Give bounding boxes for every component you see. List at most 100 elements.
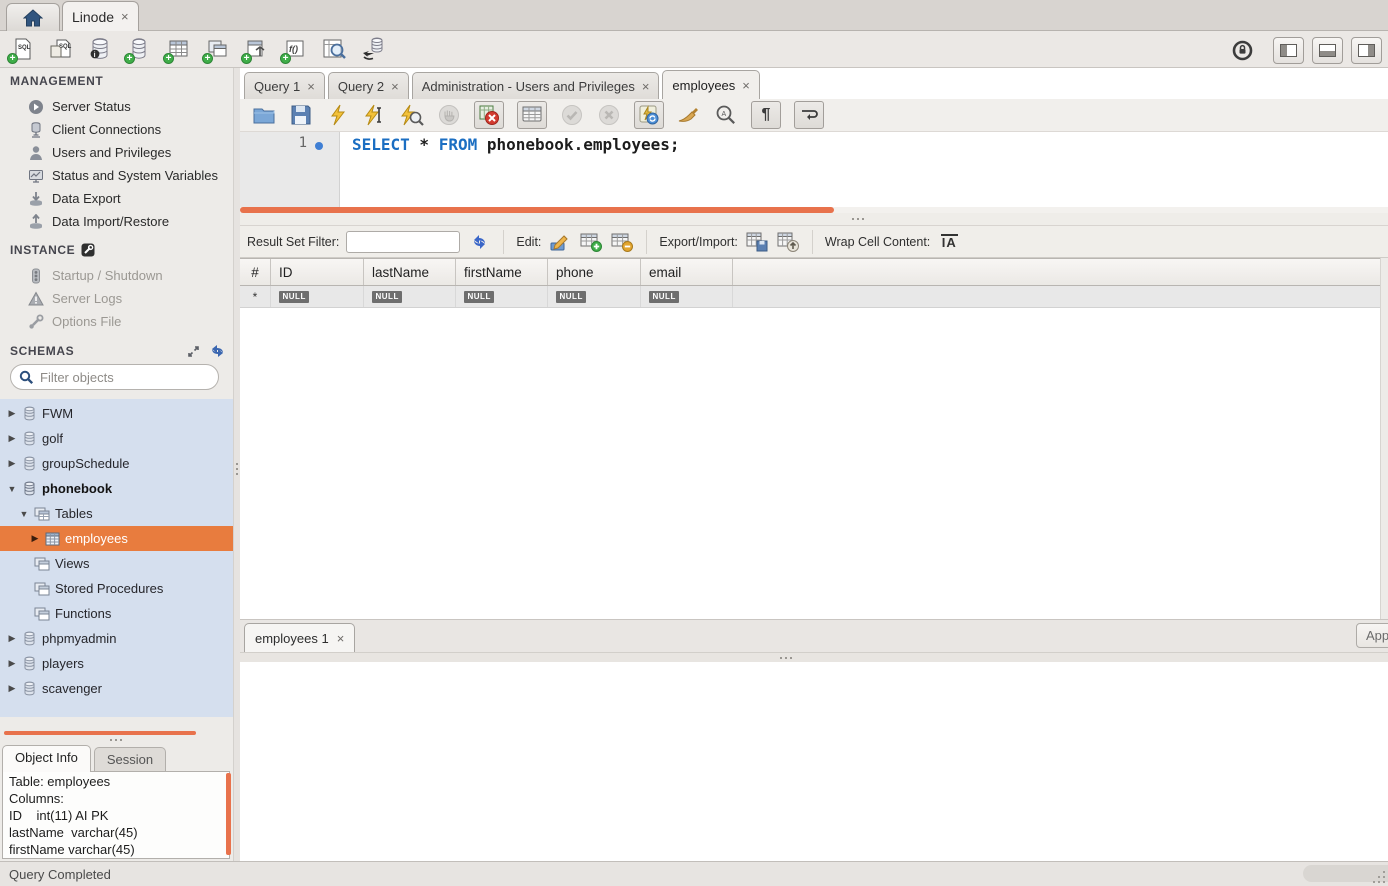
delete-row-button[interactable] (610, 230, 634, 254)
refresh-resultset-button[interactable] (467, 230, 491, 254)
import-records-button[interactable] (776, 230, 800, 254)
execute-all-button[interactable] (326, 103, 350, 127)
stop-query-button[interactable] (437, 103, 461, 127)
edit-cell-button[interactable] (548, 230, 572, 254)
refresh-schemas-icon[interactable] (210, 344, 225, 358)
limit-rows-button[interactable] (517, 101, 547, 129)
apply-button[interactable]: Apply (1356, 623, 1388, 648)
export-resultset-button[interactable] (745, 230, 769, 254)
sidebar-item-options-file[interactable]: Options File (0, 310, 233, 333)
create-schema-button[interactable]: + (125, 35, 153, 63)
chevron-right-icon[interactable]: ▶ (7, 683, 17, 694)
schema-inspector-button[interactable]: i (86, 35, 114, 63)
find-in-editor-button[interactable]: A (714, 103, 738, 127)
home-tab[interactable] (6, 3, 60, 31)
chevron-right-icon[interactable]: ▶ (7, 658, 17, 669)
chevron-right-icon[interactable]: ▶ (7, 458, 17, 469)
column-header-firstname[interactable]: firstName (456, 259, 548, 285)
open-script-button[interactable] (252, 103, 276, 127)
sql-statement[interactable]: SELECT * FROM phonebook.employees; (352, 135, 680, 154)
tab-query-2[interactable]: Query 2× (328, 72, 409, 99)
column-header-rownum[interactable]: # (240, 259, 271, 285)
add-row-button[interactable] (579, 230, 603, 254)
splitter-grip[interactable] (110, 739, 112, 741)
new-sql-editor-button[interactable]: SQL + (8, 35, 36, 63)
cell-firstname[interactable]: NULL (456, 286, 548, 307)
editor-result-splitter[interactable] (240, 213, 1388, 226)
sidebar-item-client-connections[interactable]: Client Connections (0, 118, 233, 141)
close-icon[interactable]: × (307, 79, 315, 94)
close-icon[interactable]: × (391, 79, 399, 94)
object-info-scrollbar[interactable] (226, 773, 231, 855)
tab-session[interactable]: Session (94, 747, 166, 772)
expand-panel-icon[interactable] (187, 345, 200, 358)
toggle-invisible-chars-button[interactable]: ¶ (751, 101, 781, 129)
tree-item-functions-folder[interactable]: Functions (0, 601, 233, 626)
rollback-button[interactable] (597, 103, 621, 127)
column-header-id[interactable]: ID (271, 259, 364, 285)
column-header-lastname[interactable]: lastName (364, 259, 456, 285)
close-icon[interactable]: × (642, 79, 650, 94)
toggle-stop-on-error-button[interactable] (474, 101, 504, 129)
create-function-button[interactable]: f() + (281, 35, 309, 63)
commit-button[interactable] (560, 103, 584, 127)
toggle-autocommit-button[interactable] (634, 101, 664, 129)
tab-query-1[interactable]: Query 1× (244, 72, 325, 99)
tree-item-schema-phonebook[interactable]: ▼ phonebook (0, 476, 233, 501)
chevron-right-icon[interactable]: ▶ (7, 633, 17, 644)
tree-item-tables-folder[interactable]: ▼ Tables (0, 501, 233, 526)
sidebar-item-server-logs[interactable]: Server Logs (0, 287, 233, 310)
save-script-button[interactable] (289, 103, 313, 127)
tree-item-schema[interactable]: ▶ players (0, 651, 233, 676)
toggle-left-panel-button[interactable] (1273, 37, 1304, 64)
tree-item-table-employees[interactable]: ▶ employees (0, 526, 233, 551)
close-icon[interactable]: × (337, 631, 345, 646)
tree-item-schema[interactable]: ▶ scavenger (0, 676, 233, 701)
result-grid-vertical-scrollbar[interactable] (1380, 258, 1388, 619)
sidebar-horizontal-scrollbar[interactable] (4, 731, 196, 735)
chevron-right-icon[interactable]: ▶ (7, 433, 17, 444)
chevron-down-icon[interactable]: ▼ (19, 509, 29, 519)
chevron-down-icon[interactable]: ▼ (7, 484, 17, 494)
result-filter-input[interactable] (346, 231, 460, 253)
close-icon[interactable]: × (742, 78, 750, 93)
bottom-scrollbar-track[interactable] (240, 652, 1388, 662)
chevron-right-icon[interactable]: ▶ (30, 533, 40, 544)
toggle-right-panel-button[interactable] (1351, 37, 1382, 64)
create-stored-procedure-button[interactable]: + (242, 35, 270, 63)
create-view-button[interactable]: + (203, 35, 231, 63)
sql-editor[interactable]: 1 SELECT * FROM phonebook.employees; (240, 132, 1388, 207)
schema-filter-input[interactable] (40, 370, 216, 385)
sidebar-item-startup-shutdown[interactable]: Startup / Shutdown (0, 264, 233, 287)
sidebar-item-users-privileges[interactable]: Users and Privileges (0, 141, 233, 164)
horizontal-scrollbar-thumb[interactable] (1303, 865, 1388, 882)
tree-item-views-folder[interactable]: Views (0, 551, 233, 576)
wrap-cell-content-button[interactable]: IA (937, 230, 961, 254)
close-icon[interactable]: × (121, 9, 129, 24)
open-sql-script-button[interactable]: SQL (47, 35, 75, 63)
tab-administration[interactable]: Administration - Users and Privileges× (412, 72, 660, 99)
toggle-bottom-panel-button[interactable] (1312, 37, 1343, 64)
tab-employees[interactable]: employees× (662, 70, 759, 99)
tab-result-employees-1[interactable]: employees 1 × (244, 623, 355, 652)
window-resize-grip[interactable] (1383, 881, 1385, 883)
column-header-email[interactable]: email (641, 259, 733, 285)
sidebar-item-system-variables[interactable]: Status and System Variables (0, 164, 233, 187)
search-table-data-button[interactable] (320, 35, 348, 63)
explain-plan-button[interactable] (400, 103, 424, 127)
sidebar-item-data-export[interactable]: Data Export (0, 187, 233, 210)
column-header-phone[interactable]: phone (548, 259, 641, 285)
tree-item-procedures-folder[interactable]: Stored Procedures (0, 576, 233, 601)
sidebar-item-server-status[interactable]: Server Status (0, 95, 233, 118)
toggle-word-wrap-button[interactable] (794, 101, 824, 129)
cell-phone[interactable]: NULL (548, 286, 641, 307)
alert-status-icon[interactable] (1232, 40, 1253, 61)
tree-item-schema[interactable]: ▶ FWM (0, 401, 233, 426)
tab-object-info[interactable]: Object Info (2, 745, 91, 772)
table-row-new[interactable]: * NULL NULL NULL NULL NULL (240, 286, 1380, 308)
sidebar-splitter[interactable] (233, 68, 240, 861)
execute-current-button[interactable] (363, 103, 387, 127)
tree-item-schema[interactable]: ▶ golf (0, 426, 233, 451)
sidebar-item-data-import[interactable]: Data Import/Restore (0, 210, 233, 233)
cell-email[interactable]: NULL (641, 286, 733, 307)
